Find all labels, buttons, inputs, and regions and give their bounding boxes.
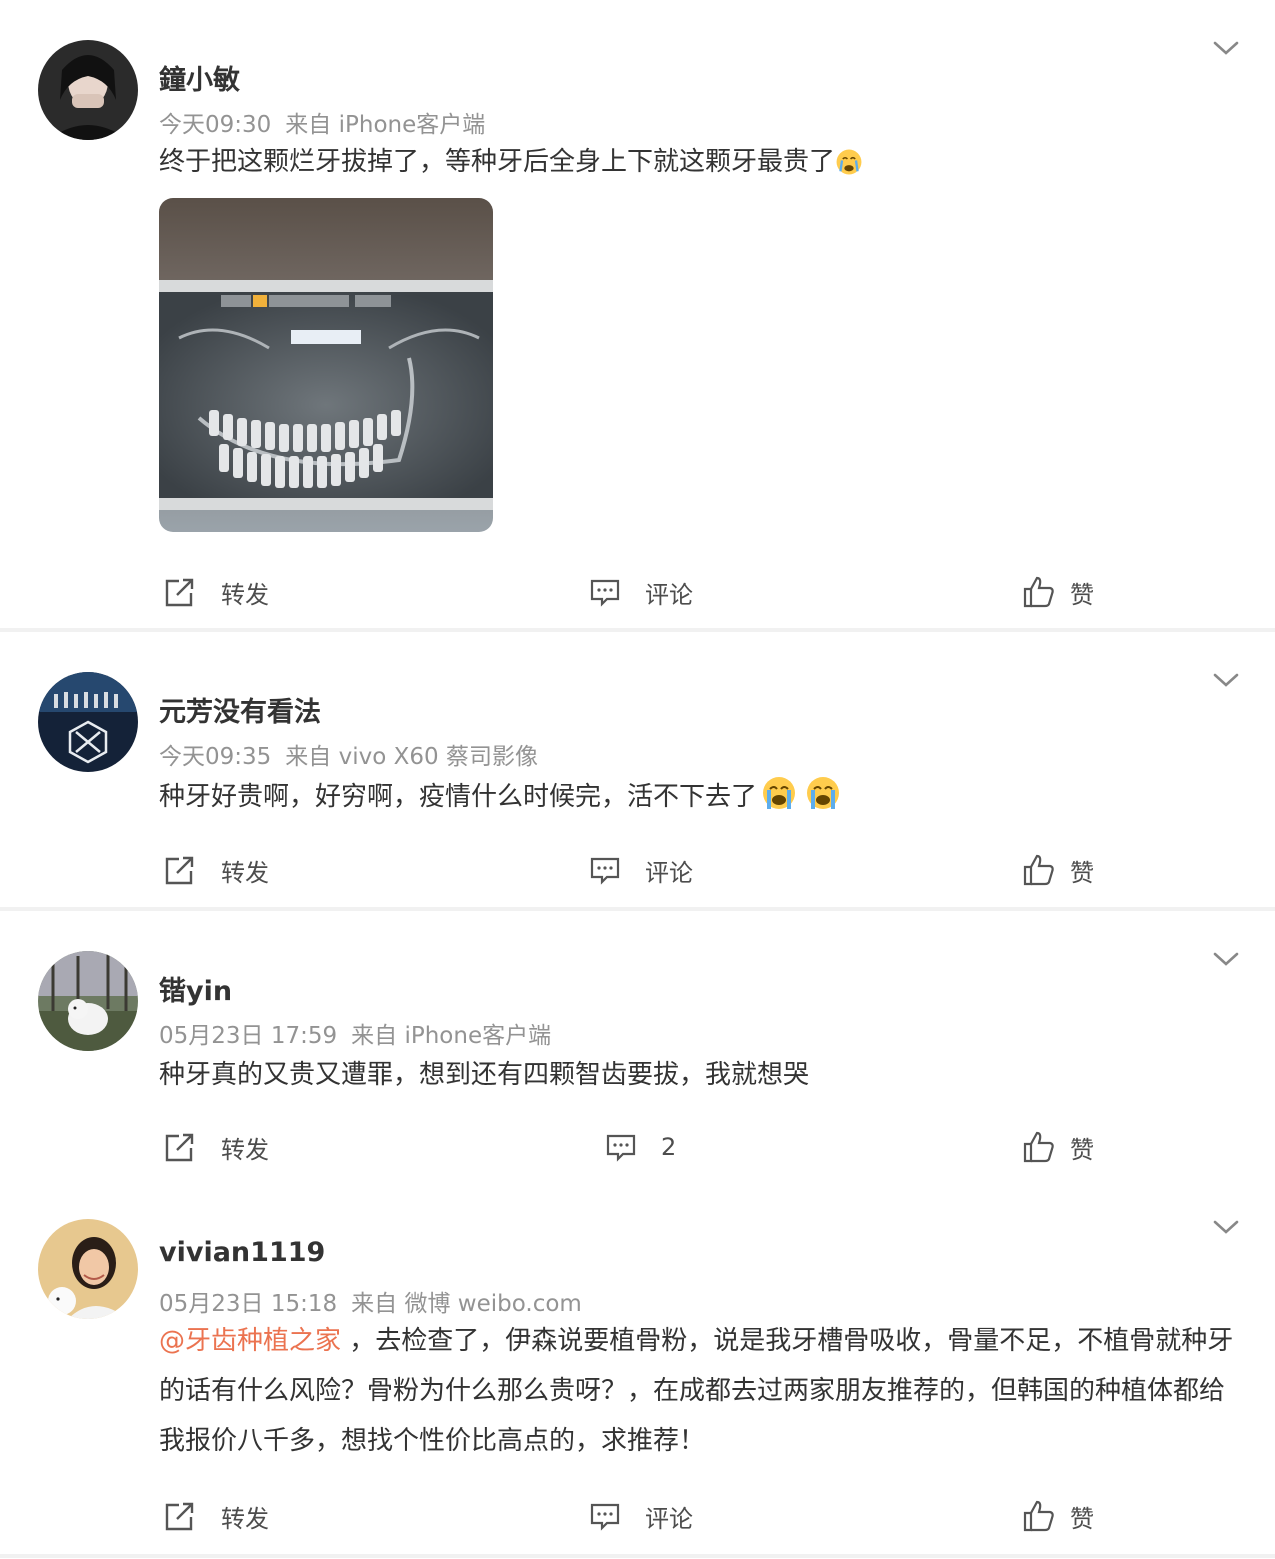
- avatar[interactable]: [38, 1219, 138, 1319]
- repost-button[interactable]: 转发: [163, 1127, 269, 1167]
- post-source: 来自 微博 weibo.com: [351, 1291, 582, 1317]
- post-time: 05月23日 15:18: [159, 1291, 338, 1317]
- like-button[interactable]: 赞: [1022, 1127, 1094, 1167]
- post-source: 来自 vivo X60 蔡司影像: [285, 744, 538, 770]
- separator: [0, 1554, 1275, 1558]
- thumbs-up-icon: [1023, 576, 1054, 608]
- comment-item: 鐘小敏 今天09:30 来自 iPhone客户端 终于把这颗烂牙拔掉了，等种牙后全…: [0, 0, 1275, 628]
- username[interactable]: 锴yin: [159, 969, 232, 1008]
- chevron-down-icon[interactable]: [1212, 1217, 1240, 1237]
- comment-item: 元芳没有看法 今天09:35 来自 vivo X60 蔡司影像 种牙好贵啊，好穷啊…: [0, 632, 1275, 907]
- chevron-down-icon[interactable]: [1212, 949, 1240, 969]
- repost-button[interactable]: 转发: [163, 572, 269, 612]
- avatar[interactable]: [38, 951, 138, 1051]
- share-icon: [165, 1133, 194, 1162]
- mention-link[interactable]: @牙齿种植之家: [159, 1326, 341, 1356]
- username[interactable]: vivian1119: [159, 1237, 325, 1268]
- share-icon: [165, 1502, 194, 1531]
- comment-text: @牙齿种植之家 ，去检查了，伊森说要植骨粉，说是我牙槽骨吸收，骨量不足，不植骨就…: [159, 1326, 1234, 1456]
- action-bar: 转发 评论 赞: [0, 572, 1275, 612]
- repost-button[interactable]: 转发: [163, 1496, 269, 1536]
- avatar[interactable]: [38, 672, 138, 772]
- action-bar: 转发 评论 赞: [0, 850, 1275, 890]
- comment-icon: [606, 1134, 636, 1162]
- repost-button[interactable]: 转发: [163, 850, 269, 890]
- post-meta: 今天09:35 来自 vivo X60 蔡司影像: [159, 737, 538, 771]
- thumbs-up-icon: [1023, 1131, 1054, 1163]
- post-meta: 今天09:30 来自 iPhone客户端: [159, 105, 485, 139]
- loudly-crying-face-icon: [763, 777, 796, 809]
- comment-button[interactable]: 评论: [589, 572, 693, 612]
- comment-icon: [590, 579, 620, 607]
- comment-text: 种牙好贵啊，好穷啊，疫情什么时候完，活不下去了: [159, 772, 1239, 822]
- crying-face-icon: [836, 149, 862, 175]
- thumbs-up-icon: [1023, 1500, 1054, 1532]
- post-time: 05月23日 17:59: [159, 1023, 338, 1049]
- chevron-down-icon[interactable]: [1212, 38, 1240, 58]
- like-button[interactable]: 赞: [1022, 1496, 1094, 1536]
- comment-button[interactable]: 评论: [589, 850, 693, 890]
- share-icon: [165, 856, 194, 885]
- like-button[interactable]: 赞: [1022, 572, 1094, 612]
- loudly-crying-face-icon: [807, 777, 840, 809]
- action-bar: 转发 2 赞: [0, 1127, 1275, 1167]
- comment-button[interactable]: 2: [605, 1127, 676, 1167]
- post-time: 今天09:35: [159, 744, 272, 770]
- comment-icon: [590, 857, 620, 885]
- thumbs-up-icon: [1023, 854, 1054, 886]
- comment-button[interactable]: 评论: [589, 1496, 693, 1536]
- post-source: 来自 iPhone客户端: [285, 112, 486, 138]
- dental-xray-image[interactable]: [159, 198, 493, 532]
- comment-item: vivian1119 05月23日 15:18 来自 微博 weibo.com @…: [0, 1179, 1275, 1554]
- post-meta: 05月23日 15:18 来自 微博 weibo.com: [159, 1284, 582, 1318]
- comment-text: 种牙真的又贵又遭罪，想到还有四颗智齿要拔，我就想哭: [159, 1060, 810, 1090]
- comment-count: 2: [661, 1133, 677, 1161]
- username[interactable]: 鐘小敏: [159, 58, 240, 97]
- comment-item: 锴yin 05月23日 17:59 来自 iPhone客户端 种牙真的又贵又遭罪，…: [0, 911, 1275, 1179]
- comment-icon: [590, 1503, 620, 1531]
- like-button[interactable]: 赞: [1022, 850, 1094, 890]
- comment-feed: 鐘小敏 今天09:30 来自 iPhone客户端 终于把这颗烂牙拔掉了，等种牙后全…: [0, 0, 1275, 1558]
- post-time: 今天09:30: [159, 112, 272, 138]
- action-bar: 转发 评论 赞: [0, 1496, 1275, 1536]
- comment-text: 终于把这颗烂牙拔掉了，等种牙后全身上下就这颗牙最贵了: [159, 137, 1239, 187]
- avatar[interactable]: [38, 40, 138, 140]
- post-source: 来自 iPhone客户端: [351, 1023, 552, 1049]
- username[interactable]: 元芳没有看法: [159, 690, 321, 729]
- share-icon: [165, 578, 194, 607]
- chevron-down-icon[interactable]: [1212, 670, 1240, 690]
- post-meta: 05月23日 17:59 来自 iPhone客户端: [159, 1016, 551, 1050]
